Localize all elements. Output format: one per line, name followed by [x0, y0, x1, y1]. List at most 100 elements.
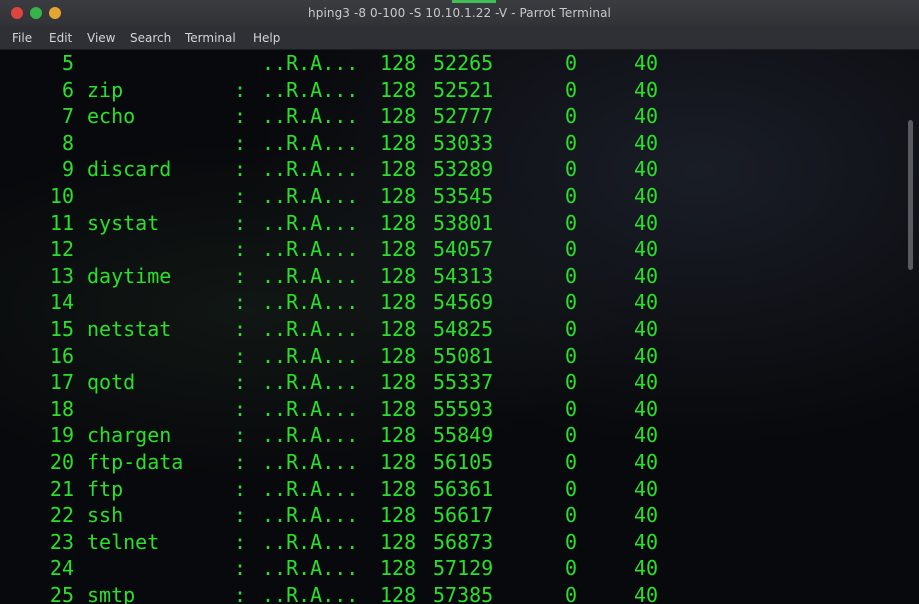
packet-length: 40	[634, 51, 659, 75]
ip-id: 56105	[433, 450, 494, 474]
service-name: echo	[87, 104, 136, 129]
terminal-scrollbar[interactable]	[908, 120, 913, 270]
output-row: 12: ..R.A... 128 54057 0 40	[0, 236, 700, 263]
output-row: 17 qotd: ..R.A... 128 55337 0 40	[0, 369, 700, 396]
ip-id: 57129	[433, 556, 494, 581]
port-number: 13	[49, 263, 74, 288]
ttl-value: 128	[380, 157, 417, 182]
window-size: 0	[565, 51, 578, 75]
port-number: 7	[61, 104, 74, 129]
output-row: 21 ftp: ..R.A... 128 56361 0 40	[0, 476, 700, 503]
ip-id: 52265	[433, 51, 494, 75]
separator: :	[234, 130, 247, 155]
ttl-value: 128	[380, 184, 417, 208]
packet-length: 40	[634, 210, 659, 235]
window-size: 0	[565, 556, 578, 581]
ttl-value: 128	[380, 51, 417, 75]
ip-id: 53033	[433, 130, 494, 155]
ttl-value: 128	[380, 104, 417, 129]
ttl-value: 128	[380, 370, 417, 395]
separator: :	[234, 237, 247, 262]
packet-length: 40	[634, 476, 659, 501]
ttl-value: 128	[380, 290, 417, 315]
title-bar[interactable]: hping3 -8 0-100 -S 10.10.1.22 -V - Parro…	[0, 0, 919, 27]
packet-length: 40	[634, 263, 659, 288]
packet-length: 40	[634, 104, 659, 129]
tcp-flags: ..R.A...	[262, 556, 359, 581]
tcp-flags: ..R.A...	[262, 157, 359, 182]
ttl-value: 128	[380, 583, 417, 604]
tcp-flags: ..R.A...	[262, 77, 359, 102]
port-number: 22	[49, 503, 74, 528]
separator: :	[234, 184, 247, 208]
packet-length: 40	[634, 529, 659, 554]
ip-id: 54313	[433, 263, 494, 288]
tcp-flags: ..R.A...	[262, 396, 359, 421]
service-name: ftp	[87, 476, 124, 501]
port-number: 25	[49, 583, 74, 604]
output-row: 18: ..R.A... 128 55593 0 40	[0, 396, 700, 423]
window-size: 0	[565, 77, 578, 102]
separator: :	[234, 503, 247, 528]
tcp-flags: ..R.A...	[262, 317, 359, 341]
separator: :	[234, 476, 247, 501]
menu-view[interactable]: View	[87, 30, 115, 46]
separator: :	[234, 210, 247, 235]
menu-help[interactable]: Help	[253, 30, 280, 46]
window-size: 0	[565, 290, 578, 315]
port-number: 14	[49, 290, 74, 315]
tcp-flags: ..R.A...	[262, 450, 359, 474]
output-row: 8: ..R.A... 128 53033 0 40	[0, 130, 700, 157]
service-name: systat	[87, 210, 160, 235]
packet-length: 40	[634, 317, 659, 341]
ip-id: 54569	[433, 290, 494, 315]
ttl-value: 128	[380, 263, 417, 288]
separator: :	[234, 290, 247, 315]
tcp-flags: ..R.A...	[262, 184, 359, 208]
window-size: 0	[565, 210, 578, 235]
ttl-value: 128	[380, 529, 417, 554]
output-row: 23 telnet: ..R.A... 128 56873 0 40	[0, 529, 700, 556]
output-row: 5 ..R.A... 128 52265 0 40	[0, 50, 700, 77]
service-name: zip	[87, 77, 124, 102]
window-size: 0	[565, 396, 578, 421]
port-number: 24	[49, 556, 74, 581]
window-size: 0	[565, 104, 578, 129]
menu-edit[interactable]: Edit	[49, 30, 72, 46]
output-row: 10: ..R.A... 128 53545 0 40	[0, 183, 700, 210]
tcp-flags: ..R.A...	[262, 476, 359, 501]
packet-length: 40	[634, 157, 659, 182]
ip-id: 53289	[433, 157, 494, 182]
tcp-flags: ..R.A...	[262, 51, 359, 75]
packet-length: 40	[634, 556, 659, 581]
menu-search[interactable]: Search	[130, 30, 171, 46]
terminal-output[interactable]: 5 ..R.A... 128 52265 0 40 6 zip: ..R.A... 128 5252…	[0, 50, 919, 604]
port-number: 19	[49, 423, 74, 448]
ip-id: 54825	[433, 317, 494, 341]
window-size: 0	[565, 476, 578, 501]
ip-id: 52777	[433, 104, 494, 129]
output-row: 14: ..R.A... 128 54569 0 40	[0, 289, 700, 316]
window-size: 0	[565, 450, 578, 474]
packet-length: 40	[634, 583, 659, 604]
output-row: 24: ..R.A... 128 57129 0 40	[0, 555, 700, 582]
separator: :	[234, 157, 247, 182]
port-number: 12	[49, 237, 74, 262]
packet-length: 40	[634, 290, 659, 315]
packet-length: 40	[634, 503, 659, 528]
tcp-flags: ..R.A...	[262, 343, 359, 368]
ip-id: 55849	[433, 423, 494, 448]
window-size: 0	[565, 423, 578, 448]
separator: :	[234, 396, 247, 421]
window-size: 0	[565, 583, 578, 604]
menu-file[interactable]: File	[12, 30, 32, 46]
ip-id: 54057	[433, 237, 494, 262]
menu-terminal[interactable]: Terminal	[185, 30, 236, 46]
packet-length: 40	[634, 184, 659, 208]
service-name: telnet	[87, 529, 160, 554]
packet-length: 40	[634, 370, 659, 395]
window-size: 0	[565, 130, 578, 155]
terminal-window: hping3 -8 0-100 -S 10.10.1.22 -V - Parro…	[0, 0, 919, 604]
port-number: 20	[49, 450, 74, 474]
packet-length: 40	[634, 450, 659, 474]
